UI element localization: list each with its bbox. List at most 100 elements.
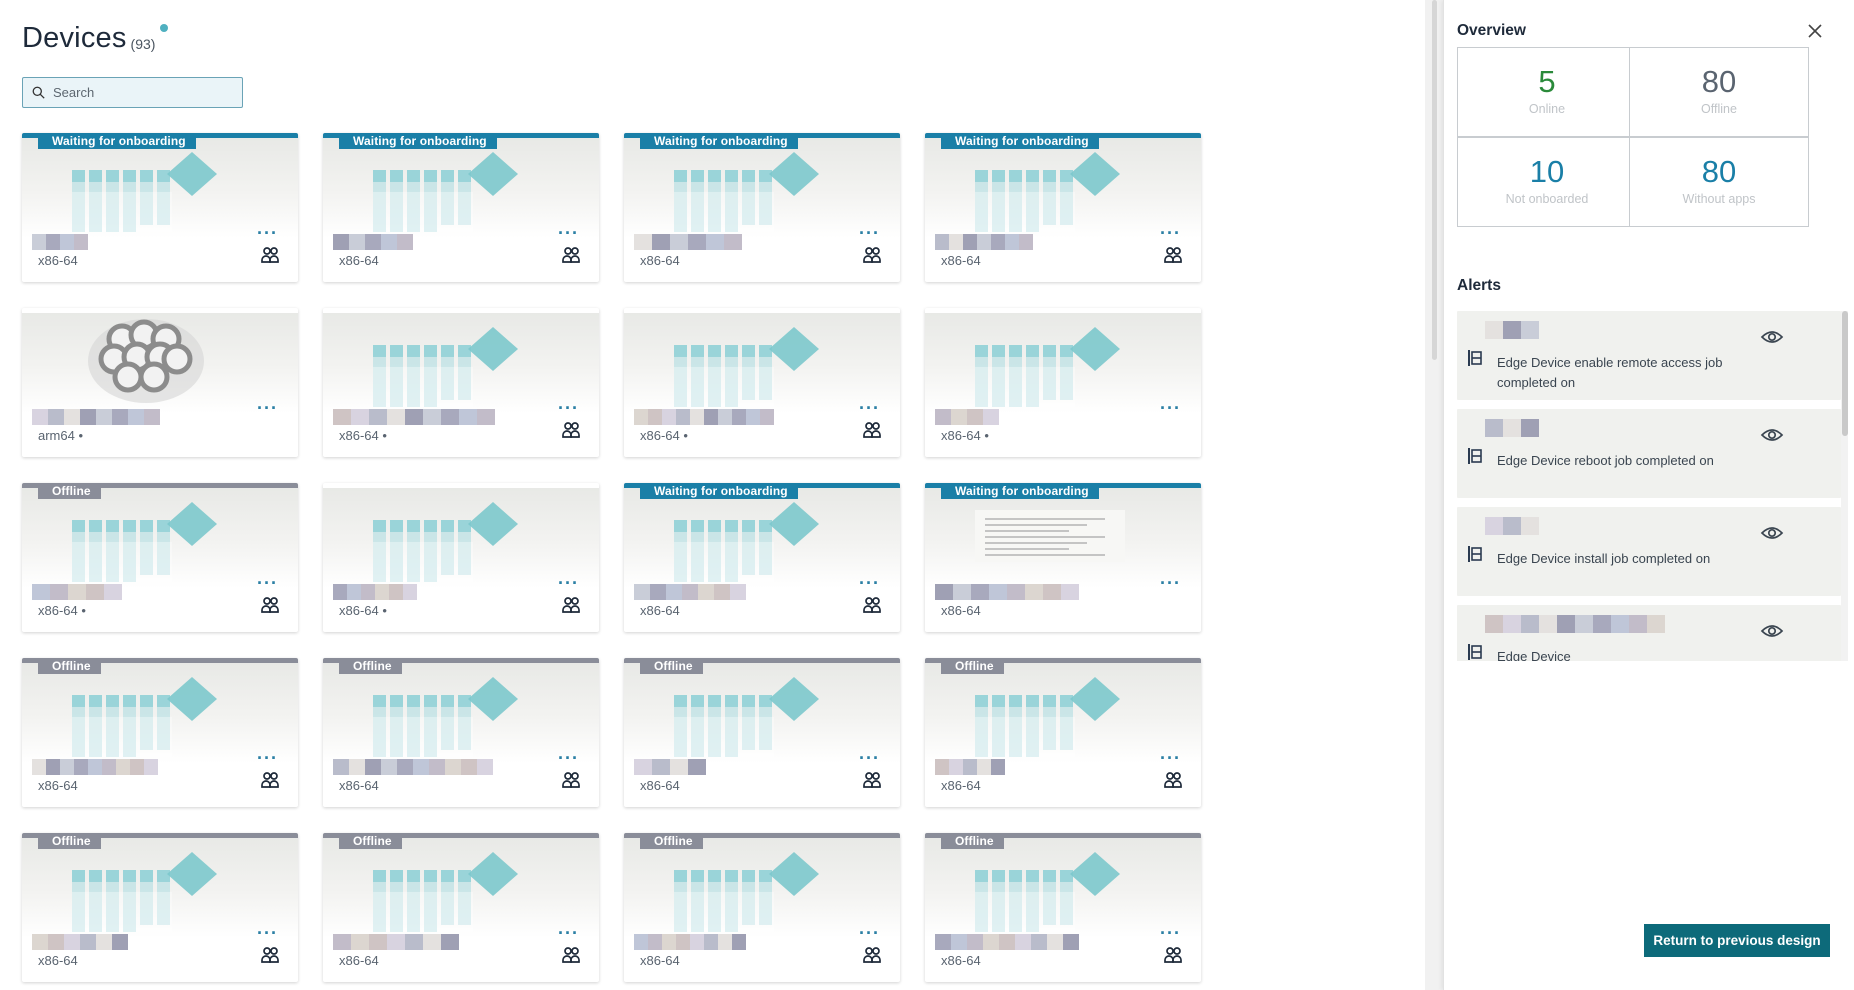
device-card[interactable]: Waiting for onboarding ··· x86-64 <box>925 133 1201 282</box>
alert-item[interactable]: Edge Device enable remote access job com… <box>1457 311 1841 400</box>
more-options-icon[interactable]: ··· <box>1160 398 1181 419</box>
alert-item[interactable]: Edge Device install job completed on <box>1457 507 1841 596</box>
status-badge: Offline <box>339 658 402 674</box>
more-options-icon[interactable]: ··· <box>257 748 278 769</box>
device-card[interactable]: Offline ··· x86-64 <box>323 833 599 982</box>
device-architecture: x86-64 • <box>38 603 86 618</box>
status-badge: Waiting for onboarding <box>339 133 497 149</box>
search-box[interactable] <box>22 77 243 108</box>
more-options-icon[interactable]: ··· <box>1160 573 1181 594</box>
users-icon[interactable] <box>862 945 882 965</box>
edge-device-image <box>975 677 1120 757</box>
more-options-icon[interactable]: ··· <box>859 748 880 769</box>
device-card[interactable]: Offline ··· x86-64 <box>925 658 1201 807</box>
device-name-redacted <box>333 934 459 950</box>
users-icon[interactable] <box>561 945 581 965</box>
device-card[interactable]: ··· x86-64 • <box>323 308 599 457</box>
device-card[interactable]: Waiting for onboarding ··· x86-64 <box>624 483 900 632</box>
alert-item[interactable]: Edge Device <box>1457 605 1841 661</box>
more-options-icon[interactable]: ··· <box>558 223 579 244</box>
device-architecture: x86-64 <box>339 253 379 268</box>
device-name-redacted <box>634 759 706 775</box>
edge-device-image <box>72 502 217 582</box>
more-options-icon[interactable]: ··· <box>257 398 278 419</box>
edge-device-image <box>674 677 819 757</box>
more-options-icon[interactable]: ··· <box>558 748 579 769</box>
notification-dot <box>160 24 169 32</box>
app-root: Devices (93) Waiting for onboarding ··· … <box>0 0 1854 990</box>
users-icon[interactable] <box>260 245 280 265</box>
users-icon[interactable] <box>561 420 581 440</box>
device-card[interactable]: Offline ··· x86-64 <box>624 833 900 982</box>
view-eye-icon[interactable] <box>1760 621 1784 641</box>
status-badge: Offline <box>339 833 402 849</box>
device-card[interactable]: ··· x86-64 • <box>323 483 599 632</box>
users-icon[interactable] <box>1163 945 1183 965</box>
stat-online[interactable]: 5 Online <box>1457 47 1637 137</box>
device-card[interactable]: Offline ··· x86-64 <box>22 658 298 807</box>
more-options-icon[interactable]: ··· <box>558 573 579 594</box>
more-options-icon[interactable]: ··· <box>558 398 579 419</box>
more-options-icon[interactable]: ··· <box>257 923 278 944</box>
status-badge: Waiting for onboarding <box>640 483 798 499</box>
device-card[interactable]: ··· x86-64 • <box>925 308 1201 457</box>
users-icon[interactable] <box>260 770 280 790</box>
more-options-icon[interactable]: ··· <box>859 223 880 244</box>
alert-title-redacted <box>1485 321 1539 339</box>
users-icon[interactable] <box>561 245 581 265</box>
device-card[interactable]: Offline ··· x86-64 • <box>22 483 298 632</box>
search-input[interactable] <box>53 85 233 100</box>
view-eye-icon[interactable] <box>1760 327 1784 347</box>
return-to-previous-design-button[interactable]: Return to previous design <box>1644 924 1830 957</box>
alert-title-redacted <box>1485 517 1539 535</box>
device-card[interactable]: ··· x86-64 • <box>624 308 900 457</box>
more-options-icon[interactable]: ··· <box>257 573 278 594</box>
main-scrollbar-thumb[interactable] <box>1432 0 1437 360</box>
users-icon[interactable] <box>260 595 280 615</box>
users-icon[interactable] <box>862 770 882 790</box>
stat-offline[interactable]: 80 Offline <box>1629 47 1809 137</box>
stat-without-apps[interactable]: 80 Without apps <box>1629 137 1809 227</box>
more-options-icon[interactable]: ··· <box>1160 223 1181 244</box>
device-card[interactable]: ··· arm64 • <box>22 308 298 457</box>
device-card[interactable]: Waiting for onboarding ··· x86-64 <box>22 133 298 282</box>
more-options-icon[interactable]: ··· <box>859 573 880 594</box>
more-options-icon[interactable]: ··· <box>859 398 880 419</box>
device-card[interactable]: Offline ··· x86-64 <box>624 658 900 807</box>
users-icon[interactable] <box>862 595 882 615</box>
device-name-redacted <box>333 409 495 425</box>
device-name-redacted <box>935 584 1079 600</box>
stat-not-onboarded[interactable]: 10 Not onboarded <box>1457 137 1637 227</box>
device-name-redacted <box>32 409 160 425</box>
device-card[interactable]: Offline ··· x86-64 <box>925 833 1201 982</box>
document-image <box>975 510 1125 562</box>
alert-title-redacted <box>1485 615 1665 633</box>
more-options-icon[interactable]: ··· <box>1160 923 1181 944</box>
close-icon[interactable] <box>1806 22 1824 40</box>
users-icon[interactable] <box>561 595 581 615</box>
users-icon[interactable] <box>561 770 581 790</box>
users-icon[interactable] <box>1163 245 1183 265</box>
device-card[interactable]: Waiting for onboarding ··· x86-64 <box>624 133 900 282</box>
page-title-text: Devices <box>22 22 127 54</box>
users-icon[interactable] <box>260 945 280 965</box>
device-card[interactable]: Waiting for onboarding ··· x86-64 <box>925 483 1201 632</box>
alert-item[interactable]: Edge Device reboot job completed on <box>1457 409 1841 498</box>
alert-message: Edge Device install job completed on <box>1497 551 1711 566</box>
device-card[interactable]: Waiting for onboarding ··· x86-64 <box>323 133 599 282</box>
status-badge: Offline <box>640 658 703 674</box>
view-eye-icon[interactable] <box>1760 523 1784 543</box>
users-icon[interactable] <box>862 420 882 440</box>
device-card[interactable]: Offline ··· x86-64 <box>22 833 298 982</box>
alerts-scrollbar[interactable] <box>1841 311 1848 661</box>
overview-title: Overview <box>1457 22 1526 39</box>
device-card[interactable]: Offline ··· x86-64 <box>323 658 599 807</box>
more-options-icon[interactable]: ··· <box>558 923 579 944</box>
users-icon[interactable] <box>1163 770 1183 790</box>
more-options-icon[interactable]: ··· <box>257 223 278 244</box>
view-eye-icon[interactable] <box>1760 425 1784 445</box>
users-icon[interactable] <box>862 245 882 265</box>
edge-device-image <box>373 677 518 757</box>
more-options-icon[interactable]: ··· <box>859 923 880 944</box>
more-options-icon[interactable]: ··· <box>1160 748 1181 769</box>
